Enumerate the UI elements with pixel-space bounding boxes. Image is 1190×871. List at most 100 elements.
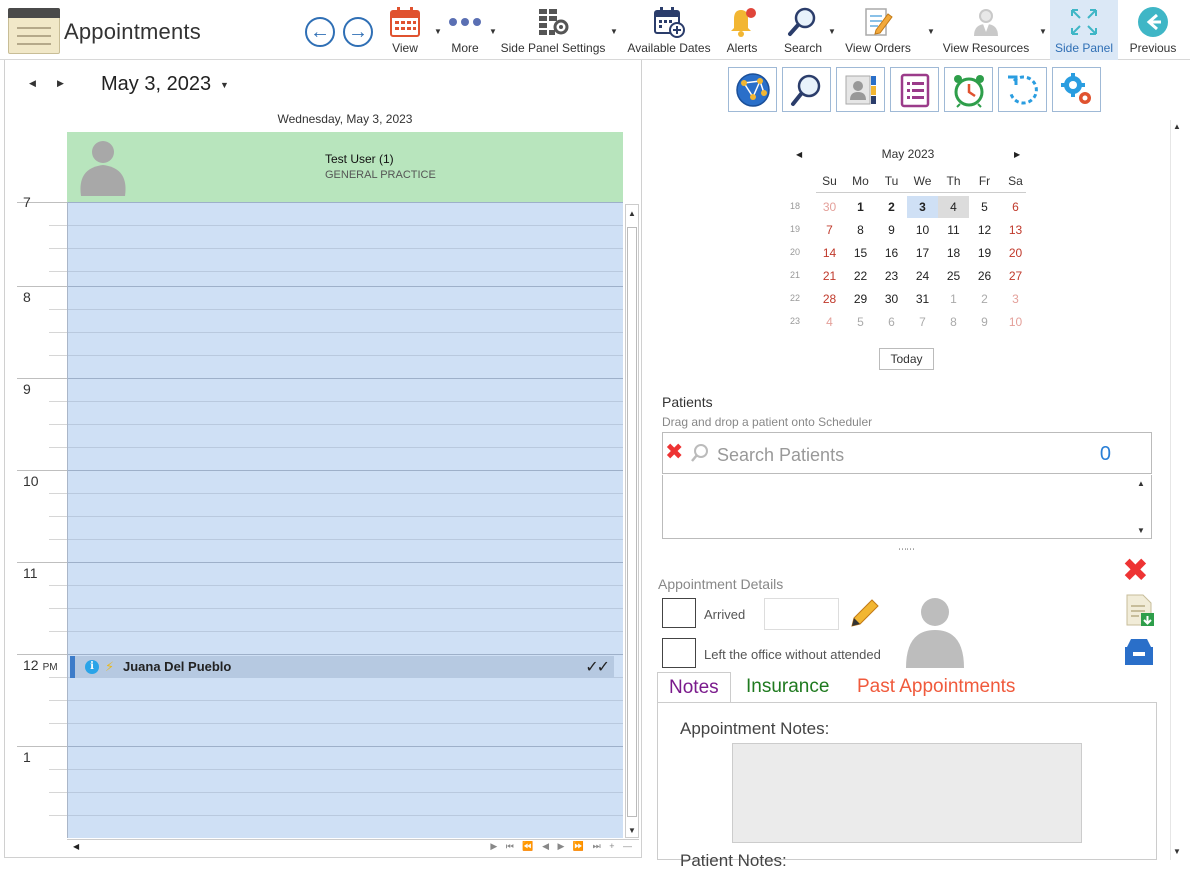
calendar-day[interactable]: 11 [938,219,969,241]
scroll-down-arrow-icon[interactable]: ▼ [1173,847,1181,856]
calendar-day[interactable]: 5 [969,196,1000,218]
calendar-day[interactable]: 1 [845,196,876,218]
calendar-day[interactable]: 10 [1000,311,1031,333]
view-dropdown-caret[interactable]: ▼ [434,27,442,36]
calendar-day[interactable]: 31 [907,288,938,310]
scroll-up-arrow-icon[interactable]: ▲ [628,209,636,218]
side-panel-button[interactable]: Side Panel [1050,0,1118,60]
calendar-day[interactable]: 18 [938,242,969,264]
calendar-day[interactable]: 25 [938,265,969,287]
calendar-day[interactable]: 4 [814,311,845,333]
calendar-next-month-icon[interactable]: ▶ [1014,150,1020,159]
pencil-edit-icon[interactable] [848,598,880,630]
search-button[interactable]: Search [780,0,826,60]
calendar-day[interactable]: 7 [907,311,938,333]
calendar-day[interactable]: 29 [845,288,876,310]
info-icon[interactable]: i [85,660,99,674]
clipboard-list-button[interactable] [890,67,939,112]
scroll-down-arrow-icon[interactable]: ▼ [1137,526,1145,535]
settings-gears-button[interactable] [1052,67,1101,112]
calendar-day[interactable]: 14 [814,242,845,264]
clear-search-icon[interactable]: ✖ [665,441,683,463]
view-orders-dropdown-caret[interactable]: ▼ [927,27,935,36]
search-quick-button[interactable] [782,67,831,112]
scroll-left-arrow-icon[interactable]: ◀ [73,842,79,851]
appointment-notes-textarea[interactable] [732,743,1082,843]
calendar-day[interactable]: 8 [938,311,969,333]
tab-notes[interactable]: Notes [657,672,731,704]
calendar-day[interactable]: 9 [969,311,1000,333]
appointment-block[interactable]: i ⚡ Juana Del Pueblo ✓✓ [70,656,614,678]
calendar-day[interactable]: 15 [845,242,876,264]
calendar-day[interactable]: 10 [907,219,938,241]
calendar-day[interactable]: 23 [876,265,907,287]
side-panel-scrollbar[interactable]: ▲ ▼ [1170,120,1186,860]
more-dropdown-caret[interactable]: ▼ [489,27,497,36]
calendar-day[interactable]: 8 [845,219,876,241]
calendar-day[interactable]: 21 [814,265,845,287]
calendar-day[interactable]: 7 [814,219,845,241]
refresh-button[interactable] [998,67,1047,112]
patient-search-box[interactable]: ✖ Search Patients 0 [662,432,1152,474]
scheduler-vertical-scrollbar[interactable]: ▲ ▼ [625,204,639,838]
tab-insurance[interactable]: Insurance [735,672,840,704]
calendar-day[interactable]: 2 [969,288,1000,310]
scroll-down-arrow-icon[interactable]: ▼ [628,826,636,835]
side-panel-settings-dropdown-caret[interactable]: ▼ [610,27,618,36]
calendar-day[interactable]: 2 [876,196,907,218]
view-resources-dropdown-caret[interactable]: ▼ [1039,27,1047,36]
calendar-day[interactable]: 1 [938,288,969,310]
tab-past-appointments[interactable]: Past Appointments [846,672,1026,704]
globe-network-button[interactable] [728,67,777,112]
calendar-day[interactable]: 3 [907,196,938,218]
alarm-clock-button[interactable] [944,67,993,112]
calendar-day[interactable]: 3 [1000,288,1031,310]
left-without-attended-checkbox[interactable] [662,638,696,668]
calendar-day[interactable]: 4 [938,196,969,218]
calendar-day[interactable]: 20 [1000,242,1031,264]
calendar-day[interactable]: 19 [969,242,1000,264]
previous-button[interactable]: Previous [1126,0,1180,60]
calendar-day[interactable]: 9 [876,219,907,241]
today-button[interactable]: Today [879,348,934,370]
calendar-day[interactable]: 28 [814,288,845,310]
view-orders-button[interactable]: View Orders [843,0,913,60]
calendar-day[interactable]: 6 [876,311,907,333]
patient-list-scrollbar[interactable]: ▲ ▼ [1135,477,1149,535]
calendar-day[interactable]: 6 [1000,196,1031,218]
search-patients-input[interactable]: Search Patients [717,445,844,466]
schedule-grid[interactable]: i ⚡ Juana Del Pueblo ✓✓ [67,202,623,838]
date-dropdown-caret-icon[interactable]: ▼ [220,80,229,90]
scroll-up-arrow-icon[interactable]: ▲ [1137,479,1145,488]
archive-box-icon[interactable] [1123,635,1155,667]
document-download-icon[interactable] [1123,593,1155,627]
calendar-day[interactable]: 30 [876,288,907,310]
arrived-time-field[interactable] [764,598,839,630]
prev-day-arrow-icon[interactable]: ◀ [29,78,36,89]
calendar-day[interactable]: 26 [969,265,1000,287]
calendar-day[interactable]: 22 [845,265,876,287]
arrived-checkbox[interactable] [662,598,696,628]
calendar-day[interactable]: 27 [1000,265,1031,287]
calendar-day[interactable]: 13 [1000,219,1031,241]
back-arrow-icon[interactable]: ← [305,17,335,47]
alerts-button[interactable]: Alerts [720,0,764,60]
more-button[interactable]: More [445,0,485,60]
available-dates-button[interactable]: Available Dates [627,0,711,60]
view-button[interactable]: View [385,0,425,60]
delete-icon[interactable]: ✖ [1122,554,1149,586]
scheduler-horizontal-scrollbar[interactable]: ◀ ▶ ⏮ ⏪ ◀ ▶ ⏩ ⏭ + — [67,839,639,855]
resource-pager-icons[interactable]: ▶ ⏮ ⏪ ◀ ▶ ⏩ ⏭ + — [490,841,635,852]
search-dropdown-caret[interactable]: ▼ [828,27,836,36]
calendar-day[interactable]: 17 [907,242,938,264]
current-date-title[interactable]: May 3, 2023 [101,73,211,96]
forward-arrow-icon[interactable]: → [343,17,373,47]
patient-card-button[interactable] [836,67,885,112]
calendar-day[interactable]: 24 [907,265,938,287]
view-resources-button[interactable]: View Resources [940,0,1032,60]
calendar-day[interactable]: 30 [814,196,845,218]
next-day-arrow-icon[interactable]: ▶ [57,78,64,89]
calendar-day[interactable]: 12 [969,219,1000,241]
side-panel-settings-button[interactable]: Side Panel Settings [500,0,606,60]
calendar-day[interactable]: 16 [876,242,907,264]
